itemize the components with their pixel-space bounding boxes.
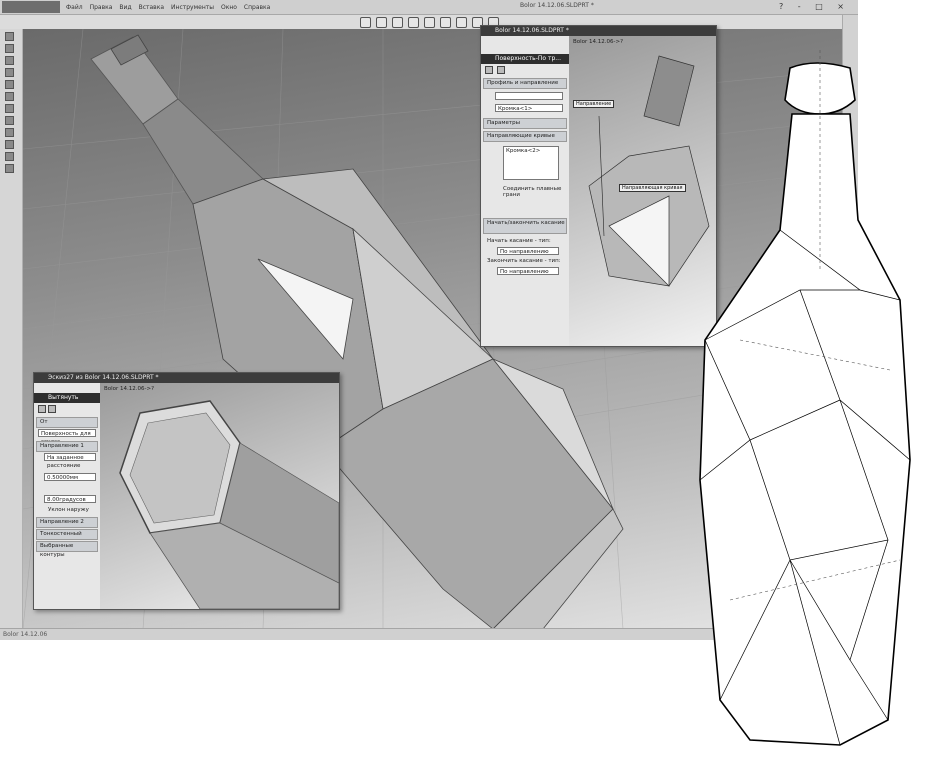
tool-icon[interactable] <box>5 92 14 101</box>
ok-icon[interactable] <box>38 405 46 413</box>
section-params[interactable]: Параметры <box>483 118 567 129</box>
callout-direction: Направление <box>573 100 615 108</box>
window-title: Эскиз27 из Bolor 14.12.06.SLDPRT * <box>34 373 339 383</box>
profile-value[interactable]: Кромка<1> <box>495 104 563 112</box>
merge-label[interactable]: Соединить плавные грани <box>503 186 563 198</box>
zoom-area-icon[interactable] <box>376 17 387 28</box>
tool-icon[interactable] <box>5 80 14 89</box>
menu-window[interactable]: Окно <box>221 4 237 11</box>
section-view-icon[interactable] <box>408 17 419 28</box>
previous-view-icon[interactable] <box>392 17 403 28</box>
section-selected-contours[interactable]: Выбранные контуры <box>36 541 98 558</box>
bottle-line-drawing <box>699 50 911 746</box>
section-direction1[interactable]: Направление 1 <box>36 441 98 452</box>
pm-title: Поверхность-По тр... <box>481 54 569 64</box>
property-manager: Поверхность-По тр... Профиль и направлен… <box>481 36 570 346</box>
draft-field[interactable]: 8.00градусов <box>44 495 96 503</box>
maximize-button[interactable]: □ <box>815 2 829 11</box>
tool-icon[interactable] <box>5 44 14 53</box>
section-start-end[interactable]: Начать/закончить касание <box>483 218 567 234</box>
tool-icon[interactable] <box>5 56 14 65</box>
menu-insert[interactable]: Вставка <box>139 4 164 11</box>
tree-label: Bolor 14.12.06->? <box>573 39 624 45</box>
minimize-button[interactable]: - <box>798 2 807 11</box>
end-condition-select[interactable]: На заданное расстояние <box>44 453 96 469</box>
zoom-fit-icon[interactable] <box>360 17 371 28</box>
document-title: Bolor 14.12.06.SLDPRT * <box>520 2 594 9</box>
tool-icon[interactable] <box>5 116 14 125</box>
menu-tools[interactable]: Инструменты <box>171 4 214 11</box>
callout-guide-curve: Направляющая кривая <box>619 184 686 192</box>
app-logo <box>2 1 60 13</box>
display-style-icon[interactable] <box>440 17 451 28</box>
section-direction2[interactable]: Направление 2 <box>36 517 98 528</box>
menu-view[interactable]: Вид <box>119 4 131 11</box>
guide-list[interactable]: Кромка<2> <box>503 146 559 180</box>
tool-icon[interactable] <box>5 164 14 173</box>
end-tangency-select[interactable]: По направлению <box>497 267 559 275</box>
property-manager: Вытянуть От Поверхность для эскиза Напра… <box>34 383 101 609</box>
section-guides[interactable]: Направляющие кривые <box>483 131 567 142</box>
help-button[interactable]: ? <box>779 2 789 11</box>
ok-icon[interactable] <box>485 66 493 74</box>
draft-outward-checkbox[interactable]: Уклон наружу <box>48 507 89 513</box>
from-select[interactable]: Поверхность для эскиза <box>38 429 96 445</box>
profile-list[interactable] <box>495 92 563 100</box>
cancel-icon[interactable] <box>497 66 505 74</box>
tool-icon[interactable] <box>5 128 14 137</box>
tool-icon[interactable] <box>5 32 14 41</box>
hide-show-icon[interactable] <box>456 17 467 28</box>
extrude-bottle-render <box>119 400 339 609</box>
tool-icon[interactable] <box>5 140 14 149</box>
tool-icon[interactable] <box>5 68 14 77</box>
start-tangency-label: Начать касание - тип: <box>487 238 551 244</box>
section-thin-feature[interactable]: Тонкостенный элемент <box>36 529 98 546</box>
end-tangency-label: Закончить касание - тип: <box>487 258 561 264</box>
extrude-window: Эскиз27 из Bolor 14.12.06.SLDPRT * Вытян… <box>33 372 340 610</box>
depth-field[interactable]: 0.50000мм <box>44 473 96 481</box>
section-profiles[interactable]: Профиль и направление <box>483 78 567 89</box>
pm-title: Вытянуть <box>34 393 100 403</box>
tree-label: Bolor 14.12.06->? <box>104 386 155 392</box>
menu-list: Файл Правка Вид Вставка Инструменты Окно… <box>66 0 277 14</box>
menu-edit[interactable]: Правка <box>90 4 113 11</box>
start-tangency-select[interactable]: По направлению <box>497 247 559 255</box>
window-title: Bolor 14.12.06.SLDPRT * <box>481 26 716 36</box>
window-controls[interactable]: ? - □ × <box>779 2 850 11</box>
tool-icon[interactable] <box>5 104 14 113</box>
menu-help[interactable]: Справка <box>244 4 270 11</box>
cancel-icon[interactable] <box>48 405 56 413</box>
surface-loft-window: Bolor 14.12.06.SLDPRT * Поверхность-По т… <box>480 25 717 347</box>
tool-icon[interactable] <box>5 152 14 161</box>
left-toolbar <box>0 29 23 640</box>
view-orientation-icon[interactable] <box>424 17 435 28</box>
status-text: Bolor 14.12.06 <box>3 631 48 638</box>
menu-bar: Файл Правка Вид Вставка Инструменты Окно… <box>0 0 858 15</box>
extrude-viewport[interactable]: Bolor 14.12.06->? <box>100 383 339 609</box>
section-from[interactable]: От <box>36 417 98 428</box>
menu-file[interactable]: Файл <box>66 4 83 11</box>
close-button[interactable]: × <box>837 2 850 11</box>
